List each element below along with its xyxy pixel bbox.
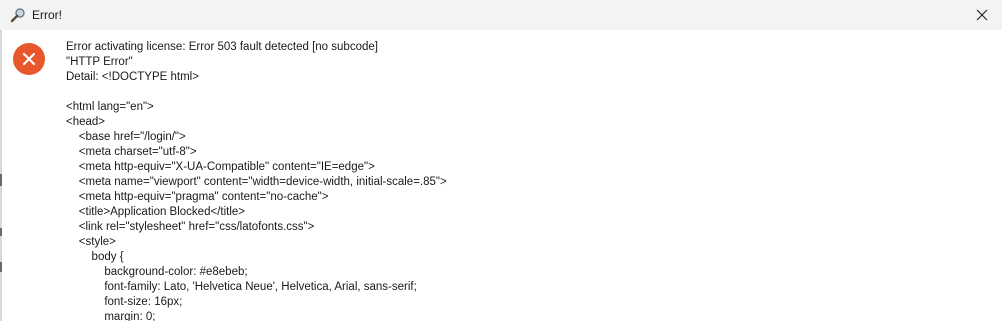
background-artifact — [0, 174, 2, 186]
message-line: font-family: Lato, 'Helvetica Neue', Hel… — [66, 281, 417, 293]
message-line: <title>Application Blocked</title> — [66, 206, 245, 218]
title-bar: Error! — [0, 0, 1002, 30]
message-line: <meta http-equiv="X-UA-Compatible" conte… — [66, 161, 375, 173]
message-line: margin: 0; — [66, 311, 156, 321]
message-line: font-size: 16px; — [66, 296, 183, 308]
message-line: <meta charset="utf-8"> — [66, 146, 197, 158]
message-line: <meta http-equiv="pragma" content="no-ca… — [66, 191, 329, 203]
message-line: background-color: #e8ebeb; — [66, 266, 248, 278]
message-line: Detail: <!DOCTYPE html> — [66, 71, 199, 83]
message-line — [66, 85, 986, 100]
message-line: Error activating license: Error 503 faul… — [66, 41, 378, 53]
message-line: <html lang="en"> — [66, 101, 154, 113]
window-title: Error! — [32, 8, 62, 22]
background-artifact — [0, 262, 2, 272]
message-line: body { — [66, 251, 124, 263]
message-line: <head> — [66, 116, 106, 128]
message-line: <base href="/login/"> — [66, 131, 186, 143]
message-line: <meta name="viewport" content="width=dev… — [66, 176, 447, 188]
magnifier-icon — [10, 8, 25, 23]
message-line: <link rel="stylesheet" href="css/latofon… — [66, 221, 315, 233]
message-line: "HTTP Error" — [66, 56, 133, 68]
error-icon — [13, 43, 45, 75]
background-artifact — [0, 228, 2, 236]
close-button[interactable] — [962, 0, 1002, 30]
message-line: <style> — [66, 236, 116, 248]
close-icon — [976, 9, 988, 21]
error-message: Error activating license: Error 503 faul… — [66, 40, 986, 321]
error-dialog: Error! Error activating license: Error 5… — [0, 0, 1002, 321]
